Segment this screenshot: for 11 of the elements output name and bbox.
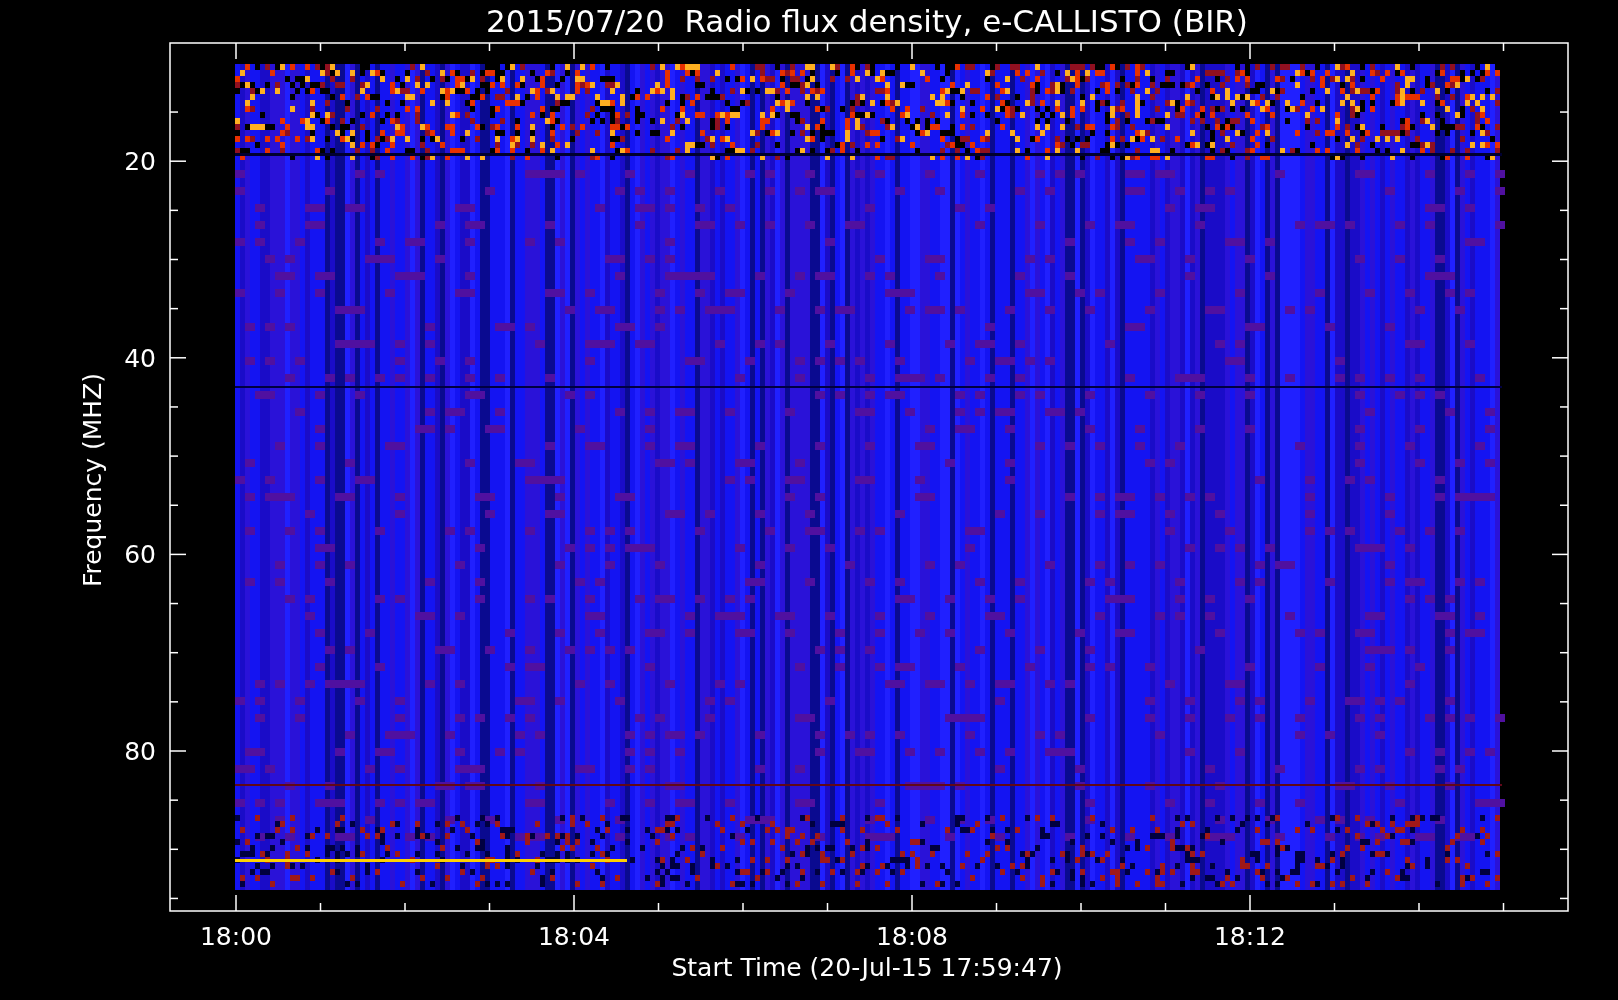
chart-title: 2015/07/20 Radio flux density, e-CALLISTO (BIR) (486, 3, 1248, 39)
y-tick-label: 40 (124, 343, 156, 373)
y-tick-label: 60 (124, 540, 156, 570)
x-tick-label: 18:12 (1214, 922, 1286, 951)
y-tick-label: 20 (124, 147, 156, 177)
y-tick-label: 80 (124, 737, 156, 766)
y-axis-label: Frequency (MHZ) (78, 372, 107, 588)
x-tick-label: 18:04 (538, 922, 610, 951)
x-tick-label: 18:08 (876, 922, 948, 951)
x-tick-label: 18:00 (200, 922, 272, 951)
x-axis-label: Start Time (20-Jul-15 17:59:47) (671, 953, 1063, 982)
